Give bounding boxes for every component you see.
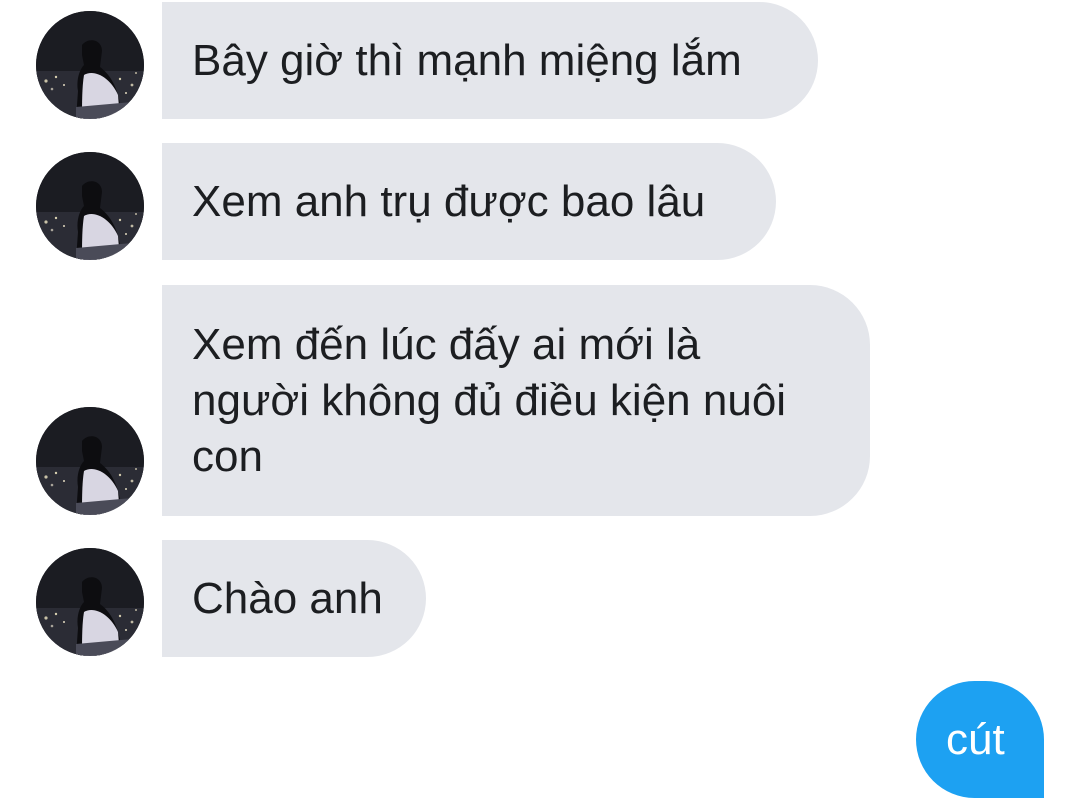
contact-avatar[interactable] <box>36 11 144 119</box>
incoming-message[interactable]: Xem đến lúc đấy ai mới là người không đủ… <box>162 285 870 516</box>
contact-avatar[interactable] <box>36 407 144 515</box>
avatar-photo <box>36 11 144 119</box>
contact-avatar[interactable] <box>36 152 144 260</box>
contact-avatar[interactable] <box>36 548 144 656</box>
outgoing-message[interactable]: cút <box>916 681 1044 798</box>
avatar-photo <box>36 152 144 260</box>
incoming-message[interactable]: Xem anh trụ được bao lâu <box>162 143 776 260</box>
avatar-photo <box>36 407 144 515</box>
incoming-message[interactable]: Bây giờ thì mạnh miệng lắm <box>162 2 818 119</box>
avatar-photo <box>36 548 144 656</box>
incoming-message[interactable]: Chào anh <box>162 540 426 657</box>
